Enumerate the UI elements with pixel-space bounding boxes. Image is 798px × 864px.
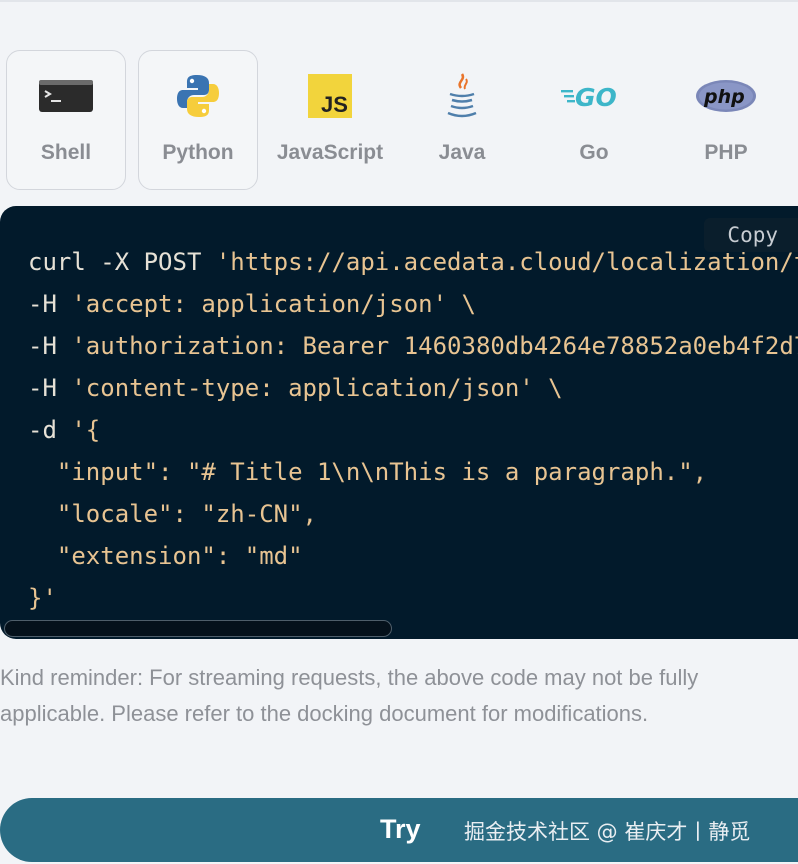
copy-button[interactable]: Copy [704, 218, 798, 252]
try-label: Try [380, 814, 421, 844]
watermark-text: 掘金技术社区 @ 崔庆才丨静觅 [464, 820, 751, 844]
code-line: -H 'accept: application/json' \ [28, 290, 476, 318]
language-tabs: Shell Python JS JavaScript Java GO Go ph… [6, 50, 786, 190]
php-icon: php [667, 71, 785, 121]
svg-text:php: php [703, 86, 745, 108]
terminal-icon [7, 71, 125, 121]
tab-label: Go [579, 141, 609, 164]
go-icon: GO [535, 71, 653, 121]
svg-text:GO: GO [575, 83, 617, 111]
tab-label: Java [438, 141, 486, 164]
python-icon [139, 71, 257, 121]
code-line: "locale": "zh-CN", [28, 500, 317, 528]
top-divider [0, 0, 798, 2]
tab-go[interactable]: GO Go [534, 50, 654, 190]
tab-javascript[interactable]: JS JavaScript [270, 50, 390, 190]
try-button[interactable]: Try 掘金技术社区 @ 崔庆才丨静觅 [0, 798, 798, 862]
code-block: curl -X POST 'https://api.acedata.cloud/… [0, 206, 798, 639]
tab-shell[interactable]: Shell [6, 50, 126, 190]
tab-php[interactable]: php PHP [666, 50, 786, 190]
tab-python[interactable]: Python [138, 50, 258, 190]
tab-java[interactable]: Java [402, 50, 522, 190]
code-line: "extension": "md" [28, 542, 303, 570]
java-icon [403, 71, 521, 121]
code-line: curl -X POST 'https://api.acedata.cloud/… [28, 248, 798, 276]
code-line: "input": "# Title 1\n\nThis is a paragra… [28, 458, 708, 486]
javascript-icon: JS [271, 71, 389, 121]
streaming-reminder: Kind reminder: For streaming requests, t… [0, 665, 699, 726]
tab-label: Shell [40, 141, 92, 164]
code-line: -d '{ [28, 416, 101, 444]
code-line: -H 'authorization: Bearer 1460380db4264e… [28, 332, 798, 360]
horizontal-scrollbar[interactable] [4, 620, 392, 637]
tab-label: PHP [704, 141, 748, 164]
tab-label: JavaScript [276, 141, 384, 164]
tab-label: Python [162, 141, 234, 164]
code-text: curl -X POST 'https://api.acedata.cloud/… [28, 241, 798, 619]
svg-text:JS: JS [321, 92, 348, 117]
code-line: -H 'content-type: application/json' \ [28, 374, 563, 402]
code-line: }' [28, 584, 57, 612]
